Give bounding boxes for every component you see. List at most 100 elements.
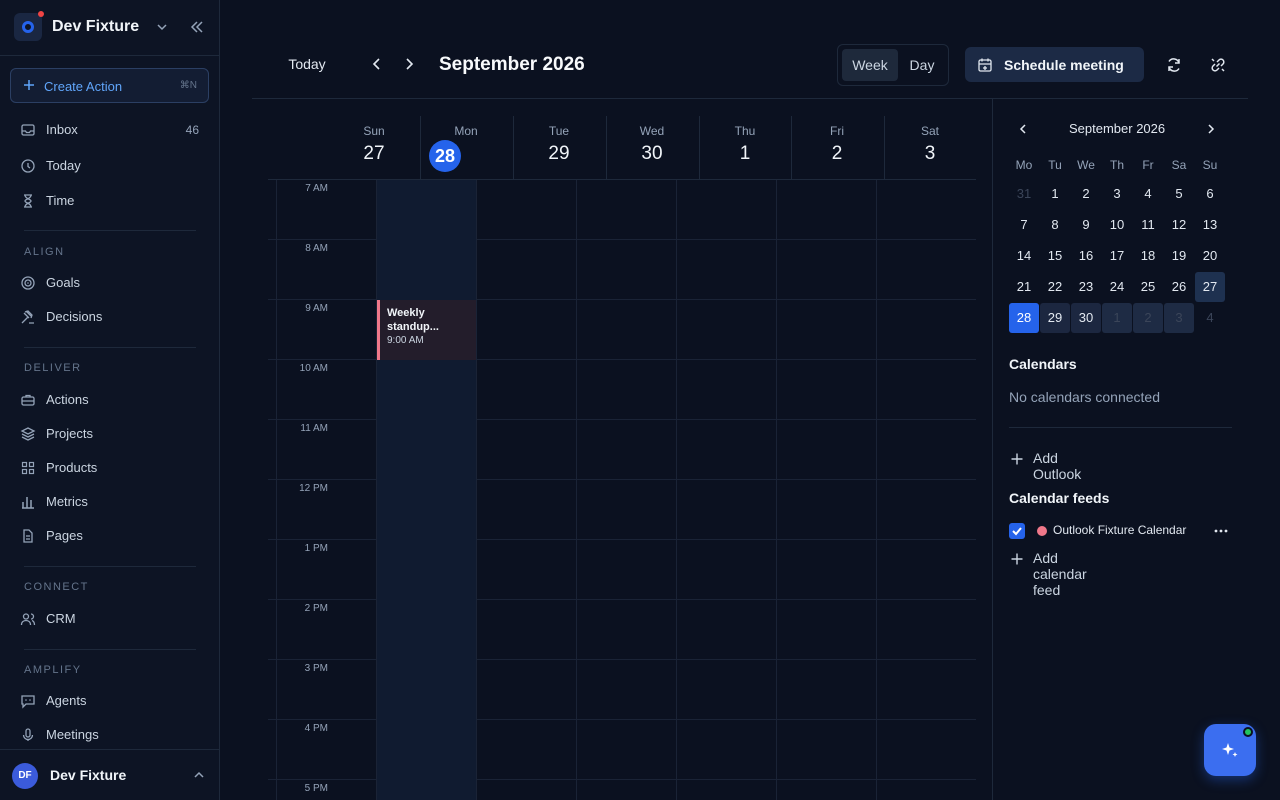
mini-calendar-day[interactable]: 20 [1195, 241, 1225, 271]
create-action-button[interactable]: Create Action ⌘N [10, 68, 209, 103]
hour-row[interactable] [268, 780, 976, 800]
mini-calendar-day[interactable]: 13 [1195, 210, 1225, 240]
create-action-label: Create Action [44, 79, 123, 94]
mini-calendar-day[interactable]: 2 [1071, 179, 1101, 209]
hour-row[interactable] [268, 180, 976, 240]
sidebar-item-products[interactable]: Products [10, 453, 209, 483]
hour-row[interactable] [268, 360, 976, 420]
day-header[interactable]: Wed 30 [606, 116, 698, 180]
view-week-button[interactable]: Week [842, 49, 898, 81]
mini-calendar-day[interactable]: 16 [1071, 241, 1101, 271]
calendar-grid[interactable]: Weekly standup... 9:00 AM 7 AM 8 AM 9 AM 10… [268, 180, 976, 800]
sidebar-item-actions[interactable]: Actions [10, 385, 209, 415]
mini-calendar-day[interactable]: 30 [1071, 303, 1101, 333]
mini-calendar-day[interactable]: 15 [1040, 241, 1070, 271]
day-header[interactable]: Sat 3 [884, 116, 976, 180]
mini-calendar-day[interactable]: 2 [1133, 303, 1163, 333]
mini-calendar-day[interactable]: 11 [1133, 210, 1163, 240]
refresh-icon[interactable] [1165, 56, 1183, 74]
hour-row[interactable] [268, 660, 976, 720]
sidebar-item-metrics[interactable]: Metrics [10, 487, 209, 517]
no-calendars-text: No calendars connected [1009, 389, 1160, 405]
mini-calendar-day[interactable]: 21 [1009, 272, 1039, 302]
sidebar-item-agents[interactable]: Agents [10, 686, 209, 716]
sidebar-item-meetings[interactable]: Meetings [10, 720, 209, 750]
mini-calendar-day[interactable]: 17 [1102, 241, 1132, 271]
document-icon [23, 529, 33, 543]
mini-calendar-day[interactable]: 5 [1164, 179, 1194, 209]
sidebar-item-inbox[interactable]: Inbox 46 [10, 115, 209, 145]
chevron-down-icon[interactable] [154, 19, 170, 35]
view-day-button[interactable]: Day [900, 49, 944, 81]
feed-color-dot [1037, 526, 1047, 536]
chevron-right-icon[interactable] [401, 56, 417, 72]
feed-checkbox[interactable] [1009, 523, 1025, 539]
day-header[interactable]: Fri 2 [791, 116, 883, 180]
day-column-line [476, 180, 477, 800]
sidebar-item-projects[interactable]: Projects [10, 419, 209, 449]
mini-calendar-day[interactable]: 1 [1102, 303, 1132, 333]
day-of-week: Tue [548, 124, 570, 138]
mini-calendar-day[interactable]: 31 [1009, 179, 1039, 209]
mini-calendar-day[interactable]: 3 [1102, 179, 1132, 209]
plus-icon [1011, 453, 1023, 465]
mini-calendar-day[interactable]: 7 [1009, 210, 1039, 240]
mini-calendar-day[interactable]: 29 [1040, 303, 1070, 333]
mini-calendar-day[interactable]: 22 [1040, 272, 1070, 302]
mini-calendar-day[interactable]: 10 [1102, 210, 1132, 240]
collapse-sidebar-icon[interactable] [188, 19, 206, 35]
mini-calendar-day[interactable]: 4 [1133, 179, 1163, 209]
mini-calendar-day[interactable]: 28 [1009, 303, 1039, 333]
hour-row[interactable] [268, 600, 976, 660]
hour-row[interactable] [268, 540, 976, 600]
mini-calendar-day[interactable]: 12 [1164, 210, 1194, 240]
workspace-logo[interactable] [14, 11, 44, 41]
mini-calendar-day[interactable]: 26 [1164, 272, 1194, 302]
mini-calendar-day[interactable]: 25 [1133, 272, 1163, 302]
mini-calendar-day[interactable]: 14 [1009, 241, 1039, 271]
workspace-header: Dev Fixture [0, 0, 219, 56]
mini-calendar-day[interactable]: 6 [1195, 179, 1225, 209]
unlink-icon[interactable] [1209, 56, 1227, 74]
calendar-event[interactable]: Weekly standup... 9:00 AM [377, 300, 476, 360]
day-header[interactable]: Mon 28 [420, 116, 512, 180]
mini-calendar-weekday: Fr [1142, 158, 1154, 172]
shortcut-hint: ⌘N [179, 80, 197, 91]
hour-row[interactable] [268, 480, 976, 540]
hour-row[interactable] [268, 720, 976, 780]
mini-calendar-day[interactable]: 8 [1040, 210, 1070, 240]
day-header[interactable]: Thu 1 [699, 116, 791, 180]
mini-calendar-prev-icon[interactable] [1016, 122, 1030, 136]
mini-calendar-day[interactable]: 27 [1195, 272, 1225, 302]
chevron-left-icon[interactable] [369, 56, 385, 72]
day-number: 1 [739, 143, 751, 164]
more-options-icon[interactable] [1212, 524, 1230, 538]
hour-row[interactable] [268, 240, 976, 300]
mini-calendar-day[interactable]: 9 [1071, 210, 1101, 240]
hour-row[interactable] [268, 300, 976, 360]
sidebar-item-pages[interactable]: Pages [10, 521, 209, 551]
day-header[interactable]: Tue 29 [513, 116, 605, 180]
schedule-meeting-button[interactable]: Schedule meeting [965, 47, 1144, 82]
ai-assistant-button[interactable] [1204, 724, 1256, 776]
sidebar-item-decisions[interactable]: Decisions [10, 302, 209, 332]
mini-calendar-day[interactable]: 24 [1102, 272, 1132, 302]
mini-calendar-day[interactable]: 23 [1071, 272, 1101, 302]
sidebar-item-time[interactable]: Time [10, 186, 209, 216]
mini-calendar-next-icon[interactable] [1204, 122, 1218, 136]
day-header[interactable]: Sun 27 [328, 116, 420, 180]
today-button[interactable]: Today [276, 47, 338, 82]
hour-row[interactable] [268, 420, 976, 480]
layers-icon [20, 427, 36, 441]
sidebar-item-goals[interactable]: Goals [10, 268, 209, 298]
user-menu[interactable]: DF Dev Fixture [0, 749, 219, 800]
sidebar-item-crm[interactable]: CRM [10, 604, 209, 634]
mini-calendar-day[interactable]: 3 [1164, 303, 1194, 333]
mini-calendar-day[interactable]: 18 [1133, 241, 1163, 271]
mini-calendar-day[interactable]: 19 [1164, 241, 1194, 271]
mini-calendar-day[interactable]: 4 [1195, 303, 1225, 333]
mini-calendar-day[interactable]: 1 [1040, 179, 1070, 209]
sidebar-item-today[interactable]: Today [10, 151, 209, 181]
mini-calendar-weekday: Su [1202, 158, 1218, 172]
workspace-name[interactable]: Dev Fixture [52, 18, 139, 36]
